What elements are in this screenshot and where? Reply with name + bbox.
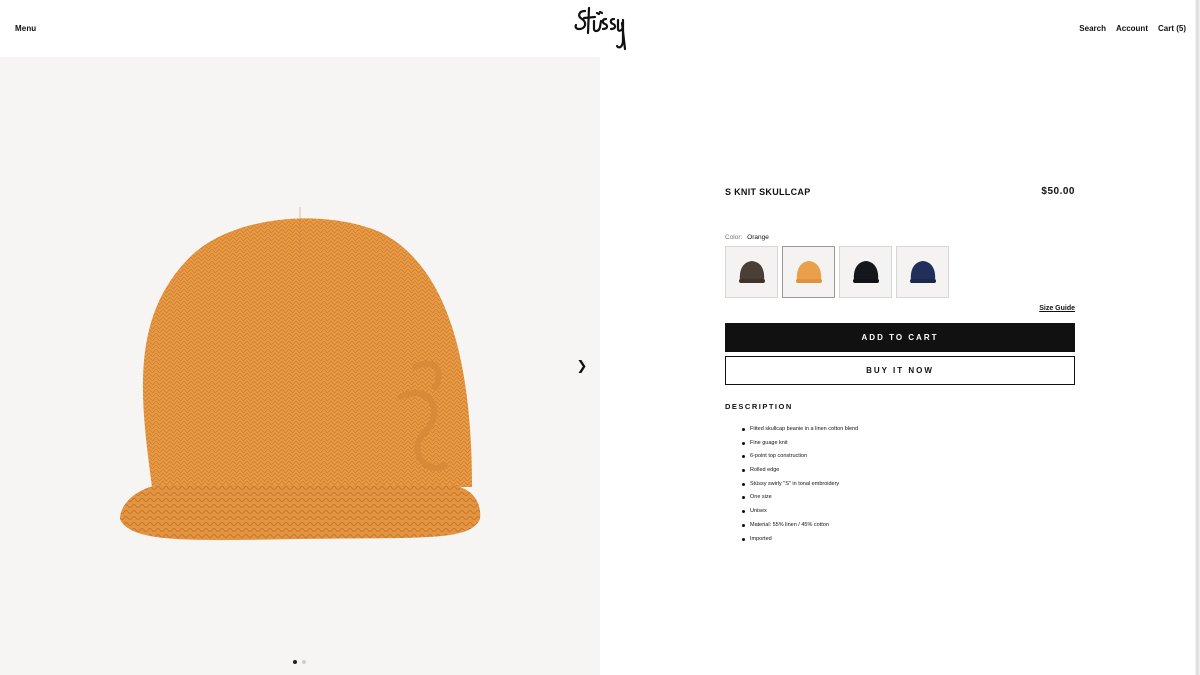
color-label: Color: <box>725 234 743 241</box>
list-item: Imported <box>740 535 858 549</box>
site-header: Menu Search Account Cart (5) <box>0 0 1200 57</box>
list-item: Unisex <box>740 507 858 521</box>
swatch-orange[interactable] <box>782 246 835 298</box>
account-link[interactable]: Account <box>1116 24 1148 33</box>
list-item: Material: 55% linen / 45% cotton <box>740 521 858 535</box>
size-guide-link[interactable]: Size Guide <box>1000 305 1075 312</box>
stussy-logo[interactable] <box>573 5 628 52</box>
color-swatches <box>725 246 949 298</box>
menu-link[interactable]: Menu <box>15 24 36 33</box>
beanie-thumbnail-icon <box>852 261 879 283</box>
slide-dot-2[interactable] <box>302 660 306 664</box>
buy-it-now-button[interactable]: BUY IT NOW <box>725 356 1075 385</box>
search-link[interactable]: Search <box>1079 24 1106 33</box>
product-gallery[interactable]: ❯ <box>0 57 600 675</box>
beanie-thumbnail-icon <box>738 261 765 283</box>
product-image-beanie <box>120 207 481 541</box>
description-heading: DESCRIPTION <box>725 402 793 411</box>
description-list: Fitted skullcap beanie in a linen cotton… <box>740 425 858 548</box>
list-item: Rolled edge <box>740 466 858 480</box>
beanie-thumbnail-icon <box>795 261 822 283</box>
next-slide-chevron-right-icon[interactable]: ❯ <box>575 358 589 373</box>
beanie-thumbnail-icon <box>909 261 936 283</box>
swatch-brown[interactable] <box>725 246 778 298</box>
product-title: S KNIT SKULLCAP <box>725 187 811 197</box>
slide-dot-1[interactable] <box>293 660 297 664</box>
slide-dots <box>293 660 306 664</box>
swatch-navy[interactable] <box>896 246 949 298</box>
page-scrollbar[interactable] <box>1195 0 1200 675</box>
color-selection: Color: Orange <box>725 234 769 241</box>
color-value: Orange <box>747 234 769 241</box>
list-item: Fine guage knit <box>740 439 858 453</box>
list-item: 6-point top construction <box>740 452 858 466</box>
list-item: Stüssy swirly "S" in tonal embroidery <box>740 480 858 494</box>
scrollbar-thumb[interactable] <box>1196 0 1199 675</box>
product-price: $50.00 <box>1041 186 1075 197</box>
cart-link[interactable]: Cart (5) <box>1158 24 1186 33</box>
swatch-black[interactable] <box>839 246 892 298</box>
list-item: Fitted skullcap beanie in a linen cotton… <box>740 425 858 439</box>
add-to-cart-button[interactable]: ADD TO CART <box>725 323 1075 352</box>
list-item: One size <box>740 493 858 507</box>
